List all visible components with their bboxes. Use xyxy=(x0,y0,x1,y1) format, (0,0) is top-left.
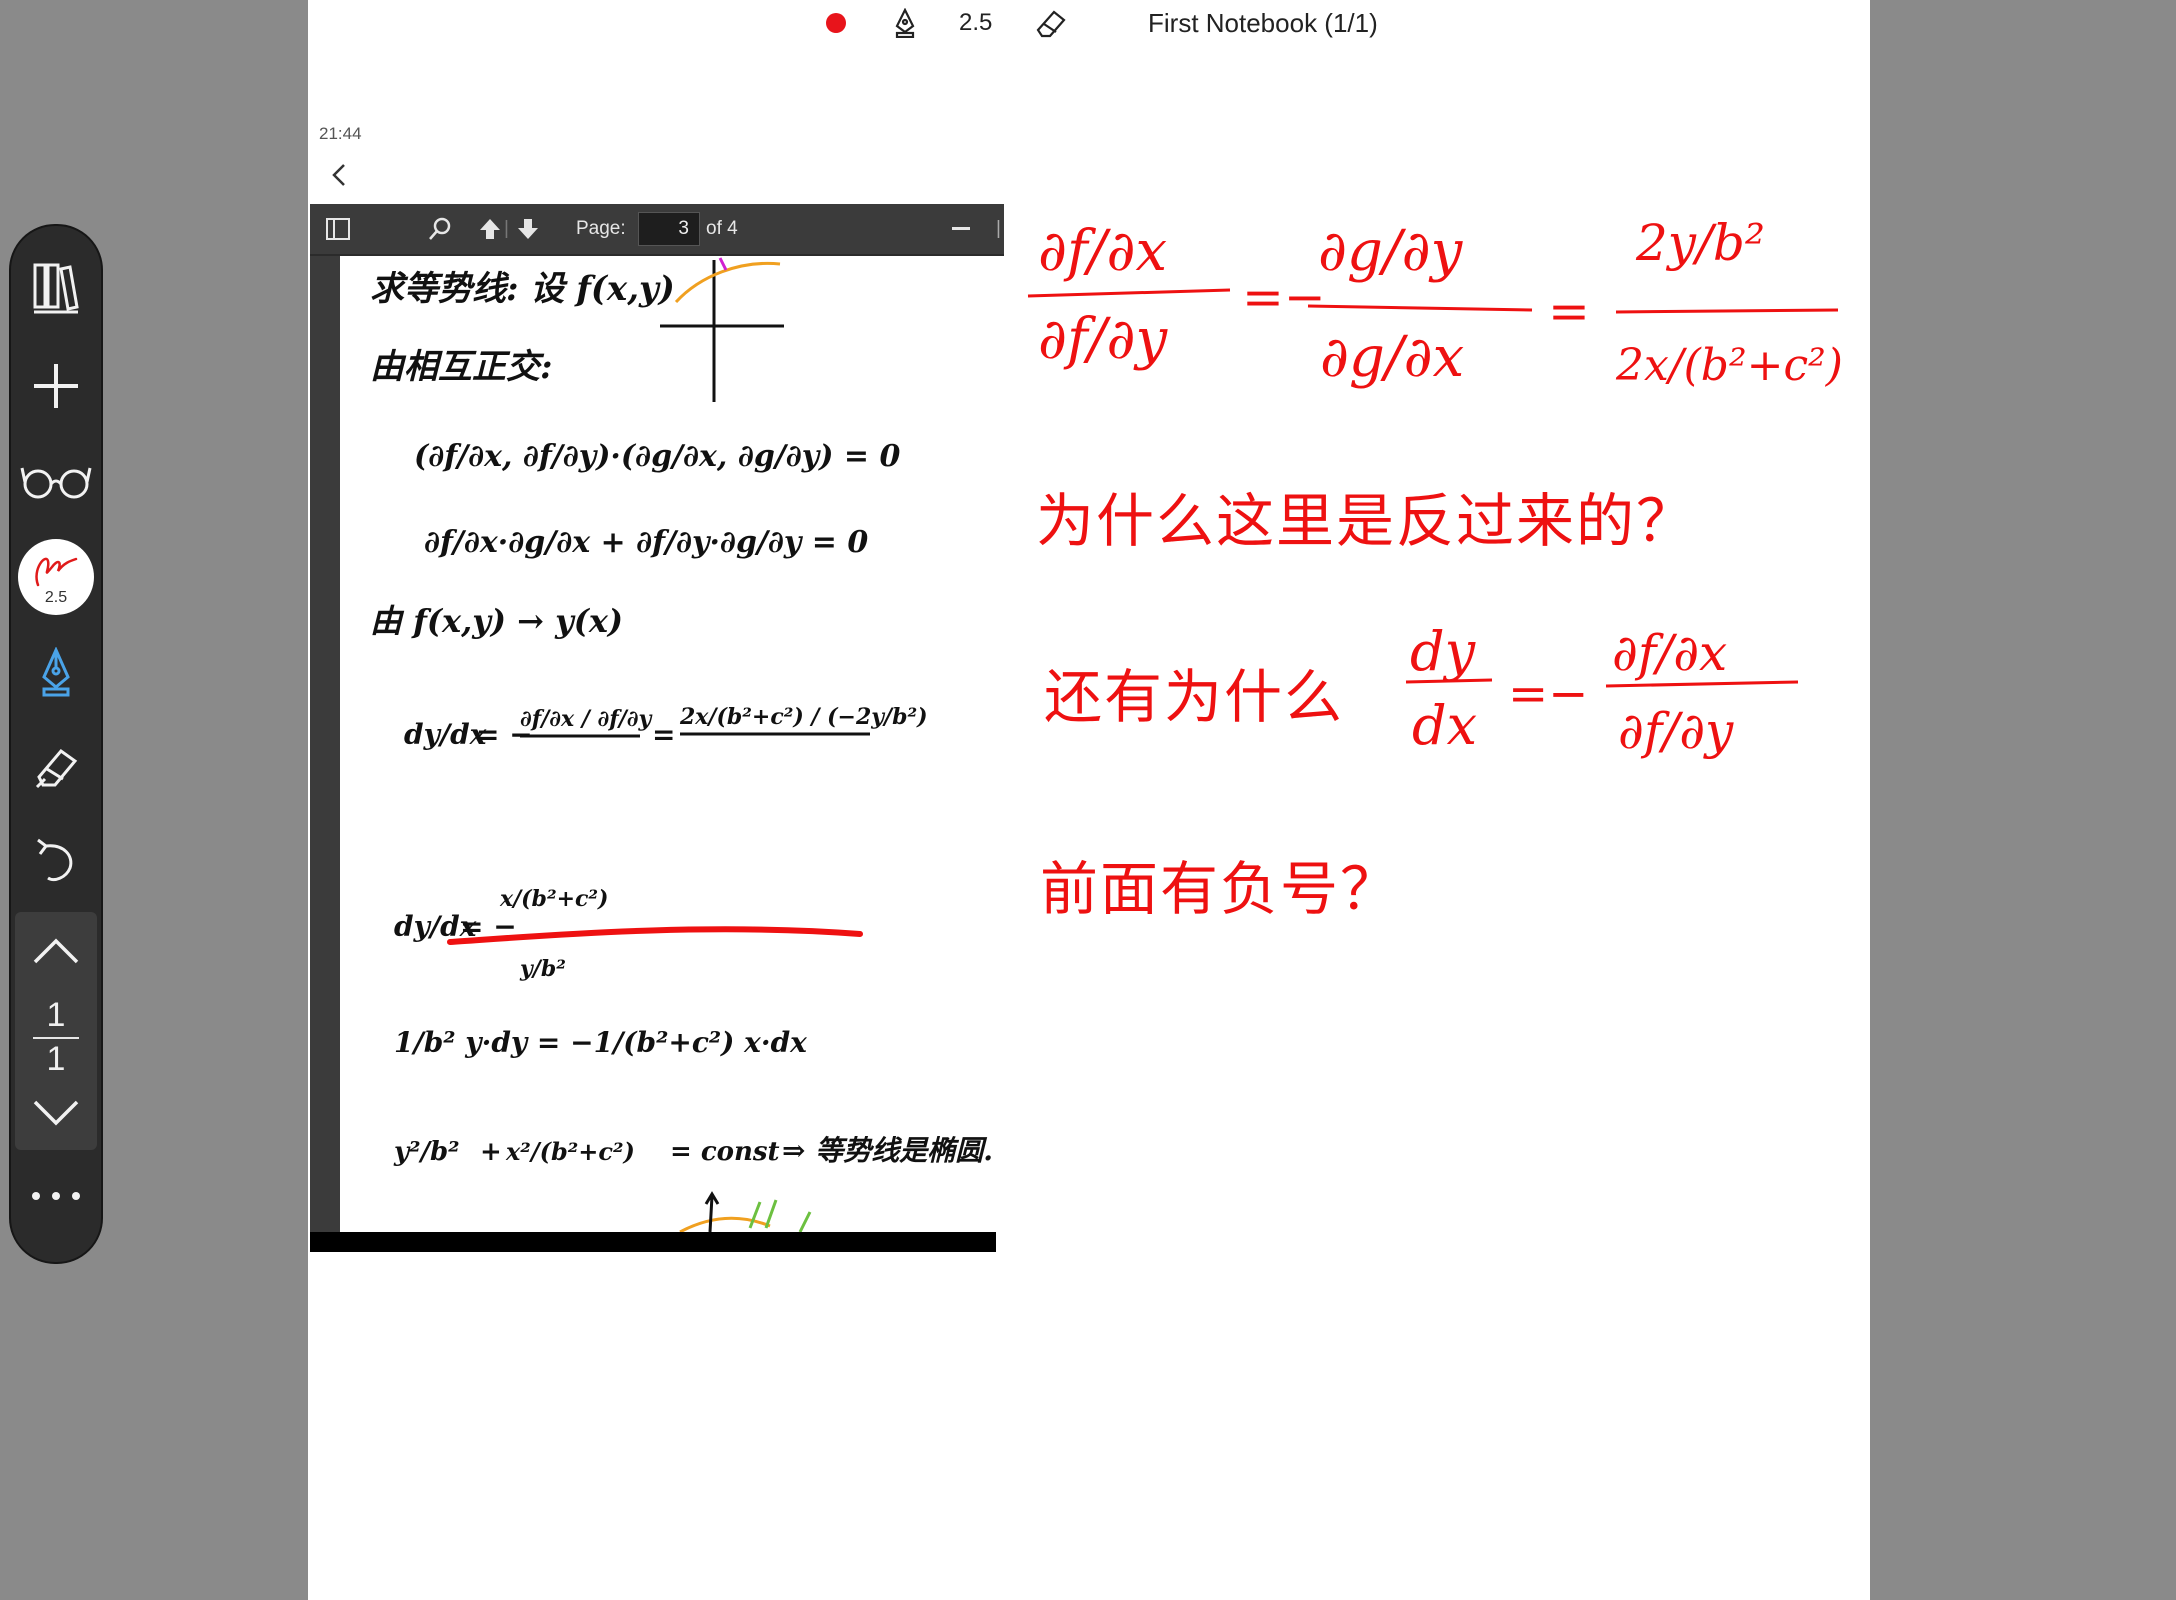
note-line-3: (∂f/∂x, ∂f/∂y)·(∂g/∂x, ∂g/∂y) = 0 xyxy=(414,439,900,474)
eq2-right-numerator: ∂f/∂x xyxy=(1612,624,1727,682)
svg-text:=: = xyxy=(652,718,675,751)
eq1-a-numerator: ∂f/∂x xyxy=(1038,219,1167,284)
eq1-a-denominator: ∂f/∂y xyxy=(1038,307,1169,372)
svg-text:+: + xyxy=(480,1137,502,1167)
pdf-bottom-bar xyxy=(310,1232,996,1252)
eq2-numerator: dy xyxy=(1410,620,1477,683)
eq1-b-numerator: ∂g/∂y xyxy=(1318,219,1464,284)
pdf-page[interactable]: 求等势线: 设 f(x,y) 由相互正交: (∂f/∂x, ∂f/∂y)·(∂g… xyxy=(310,256,1004,1232)
current-page: 1 xyxy=(46,996,66,1034)
notebook-title: First Notebook (1/1) xyxy=(1148,7,1378,38)
total-pages: 1 xyxy=(46,1040,66,1078)
zoom-out-icon[interactable] xyxy=(952,204,970,254)
question-1: 为什么这里是反过来的？ xyxy=(1036,487,1697,555)
previous-page-icon[interactable] xyxy=(478,204,502,254)
note-line-8: 1/b² y·dy = −1/(b²+c²) x·dx xyxy=(394,1026,807,1059)
back-button[interactable] xyxy=(328,160,358,192)
reading-glasses-icon[interactable] xyxy=(11,450,101,510)
note-line-2: 由相互正交: xyxy=(370,347,553,387)
note-line-9a: y²/b² xyxy=(393,1137,460,1167)
annotation-equation-1: ∂f/∂x ∂f/∂y =− ∂g/∂y ∂g/∂x = 2y/b² 2x/(b… xyxy=(1027,214,1843,391)
library-icon[interactable] xyxy=(11,258,101,318)
note-line-1: 求等势线: 设 f(x,y) xyxy=(370,269,675,309)
pdf-page-drawing: 求等势线: 设 f(x,y) 由相互正交: (∂f/∂x, ∂f/∂y)·(∂g… xyxy=(370,257,993,1232)
pen-size-label: 2.5 xyxy=(44,589,68,606)
question-3: 前面有负号？ xyxy=(1040,855,1401,923)
page-count: of 4 xyxy=(706,218,738,239)
notebook-canvas[interactable]: 2.5 First Notebook (1/1) 21:44 | Page: 3… xyxy=(308,0,1870,1600)
eq1-equals-minus: =− xyxy=(1242,268,1326,326)
next-page-icon[interactable] xyxy=(516,204,540,254)
note-line-9d: ⇒ 等势线是椭圆. xyxy=(782,1134,993,1167)
eq2-equals-minus: =− xyxy=(1508,666,1588,722)
note-line-7-num: x/(b²+c²) xyxy=(499,886,608,912)
previous-page-icon[interactable] xyxy=(15,926,97,976)
note-line-9c: = const xyxy=(670,1137,780,1167)
more-options-icon[interactable] xyxy=(11,1176,101,1216)
page-divider xyxy=(33,1037,79,1039)
chevron-left-icon xyxy=(332,164,345,186)
annotation-equation-2: dy dx =− ∂f/∂x ∂f/∂y xyxy=(1405,620,1799,760)
toolbar-separator: | xyxy=(504,218,509,239)
eq1-equals: = xyxy=(1548,282,1590,340)
eq2-right-denominator: ∂f/∂y xyxy=(1618,702,1734,760)
note-line-9b: x²/(b²+c²) xyxy=(505,1137,635,1166)
undo-icon[interactable] xyxy=(11,830,101,890)
sidebar-toggle-icon[interactable] xyxy=(326,204,350,254)
side-toolbar: 2.5 1 1 xyxy=(9,224,103,1264)
page-label: Page: xyxy=(576,218,626,239)
pen-color-swatch[interactable]: 2.5 xyxy=(18,539,94,615)
search-icon[interactable] xyxy=(428,204,452,254)
eraser-icon[interactable] xyxy=(1034,0,1068,46)
eq2-denominator: dx xyxy=(1412,694,1477,757)
note-line-5: 由 f(x,y) → y(x) xyxy=(370,602,623,640)
pen-size-value: 2.5 xyxy=(959,9,993,36)
eraser-icon[interactable] xyxy=(11,736,101,796)
note-line-7-den: y/b² xyxy=(519,956,566,982)
next-page-icon[interactable] xyxy=(15,1088,97,1138)
fountain-pen-icon[interactable] xyxy=(11,642,101,702)
pdf-toolbar: | Page: 3 of 4 | xyxy=(310,204,1004,257)
page-navigator: 1 1 xyxy=(15,912,97,1150)
device-time: 21:44 xyxy=(319,124,362,143)
status-bar: 2.5 First Notebook (1/1) xyxy=(308,0,1870,46)
toolbar-separator: | xyxy=(996,218,1001,239)
add-icon[interactable] xyxy=(11,356,101,416)
eq1-c-denominator: 2x/(b²+c²) xyxy=(1615,340,1843,391)
note-line-6-lhs: dy/dx xyxy=(404,718,487,751)
record-dot-icon xyxy=(826,13,846,33)
note-line-6-mid: ∂f/∂x / ∂f/∂y xyxy=(520,706,653,732)
question-2: 还有为什么 xyxy=(1044,663,1345,731)
eq1-b-denominator: ∂g/∂x xyxy=(1320,325,1464,390)
note-line-4: ∂f/∂x·∂g/∂x + ∂f/∂y·∂g/∂y = 0 xyxy=(424,525,868,560)
eq1-c-numerator: 2y/b² xyxy=(1635,214,1765,272)
pen-tool-icon[interactable] xyxy=(894,0,916,46)
recording-indicator[interactable] xyxy=(826,0,846,46)
note-line-6-rhs: 2x/(b²+c²) / (−2y/b²) xyxy=(679,704,928,730)
page-number-input[interactable]: 3 xyxy=(638,212,700,246)
